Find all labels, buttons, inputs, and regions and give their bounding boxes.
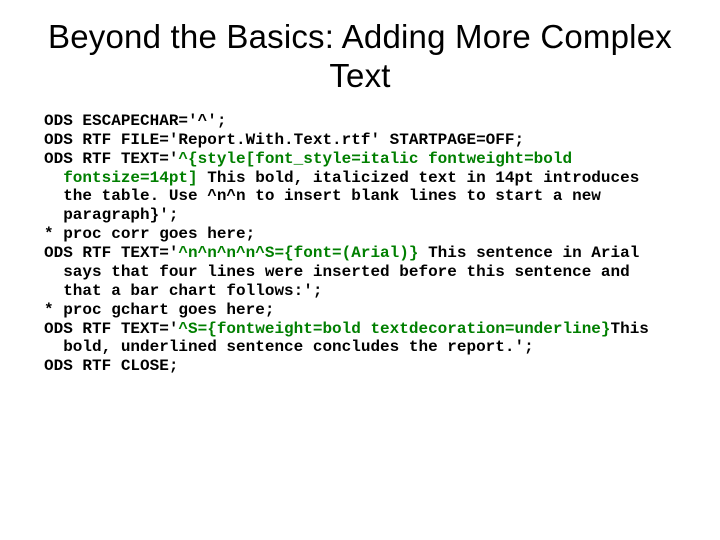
code-l3d: '; xyxy=(159,206,178,224)
code-line-3: ODS RTF TEXT='^{style[font_style=italic … xyxy=(44,150,676,226)
code-l7b: ^S={fontweight=bold textdecoration=under… xyxy=(178,320,610,338)
slide-title: Beyond the Basics: Adding More Complex T… xyxy=(44,18,676,96)
code-l5c: ^S={font=(Arial)} xyxy=(255,244,418,262)
code-l7a: ODS RTF TEXT=' xyxy=(44,320,178,338)
code-block: ODS ESCAPECHAR='^';ODS RTF FILE='Report.… xyxy=(44,112,676,376)
code-l5b: ^n^n^n^n xyxy=(178,244,255,262)
code-line-5: ODS RTF TEXT='^n^n^n^n^S={font=(Arial)} … xyxy=(44,244,676,301)
code-line-4: * proc corr goes here; xyxy=(44,225,676,244)
code-l3a: ODS RTF TEXT=' xyxy=(44,150,178,168)
code-line-6: * proc gchart goes here; xyxy=(44,301,676,320)
code-l7d: '; xyxy=(514,338,533,356)
code-line-7: ODS RTF TEXT='^S={fontweight=bold textde… xyxy=(44,320,676,358)
code-line-1: ODS ESCAPECHAR='^'; xyxy=(44,112,676,131)
slide: Beyond the Basics: Adding More Complex T… xyxy=(0,0,720,540)
code-l5e: '; xyxy=(303,282,322,300)
code-line-8: ODS RTF CLOSE; xyxy=(44,357,676,376)
code-line-2: ODS RTF FILE='Report.With.Text.rtf' STAR… xyxy=(44,131,676,150)
code-l5a: ODS RTF TEXT=' xyxy=(44,244,178,262)
